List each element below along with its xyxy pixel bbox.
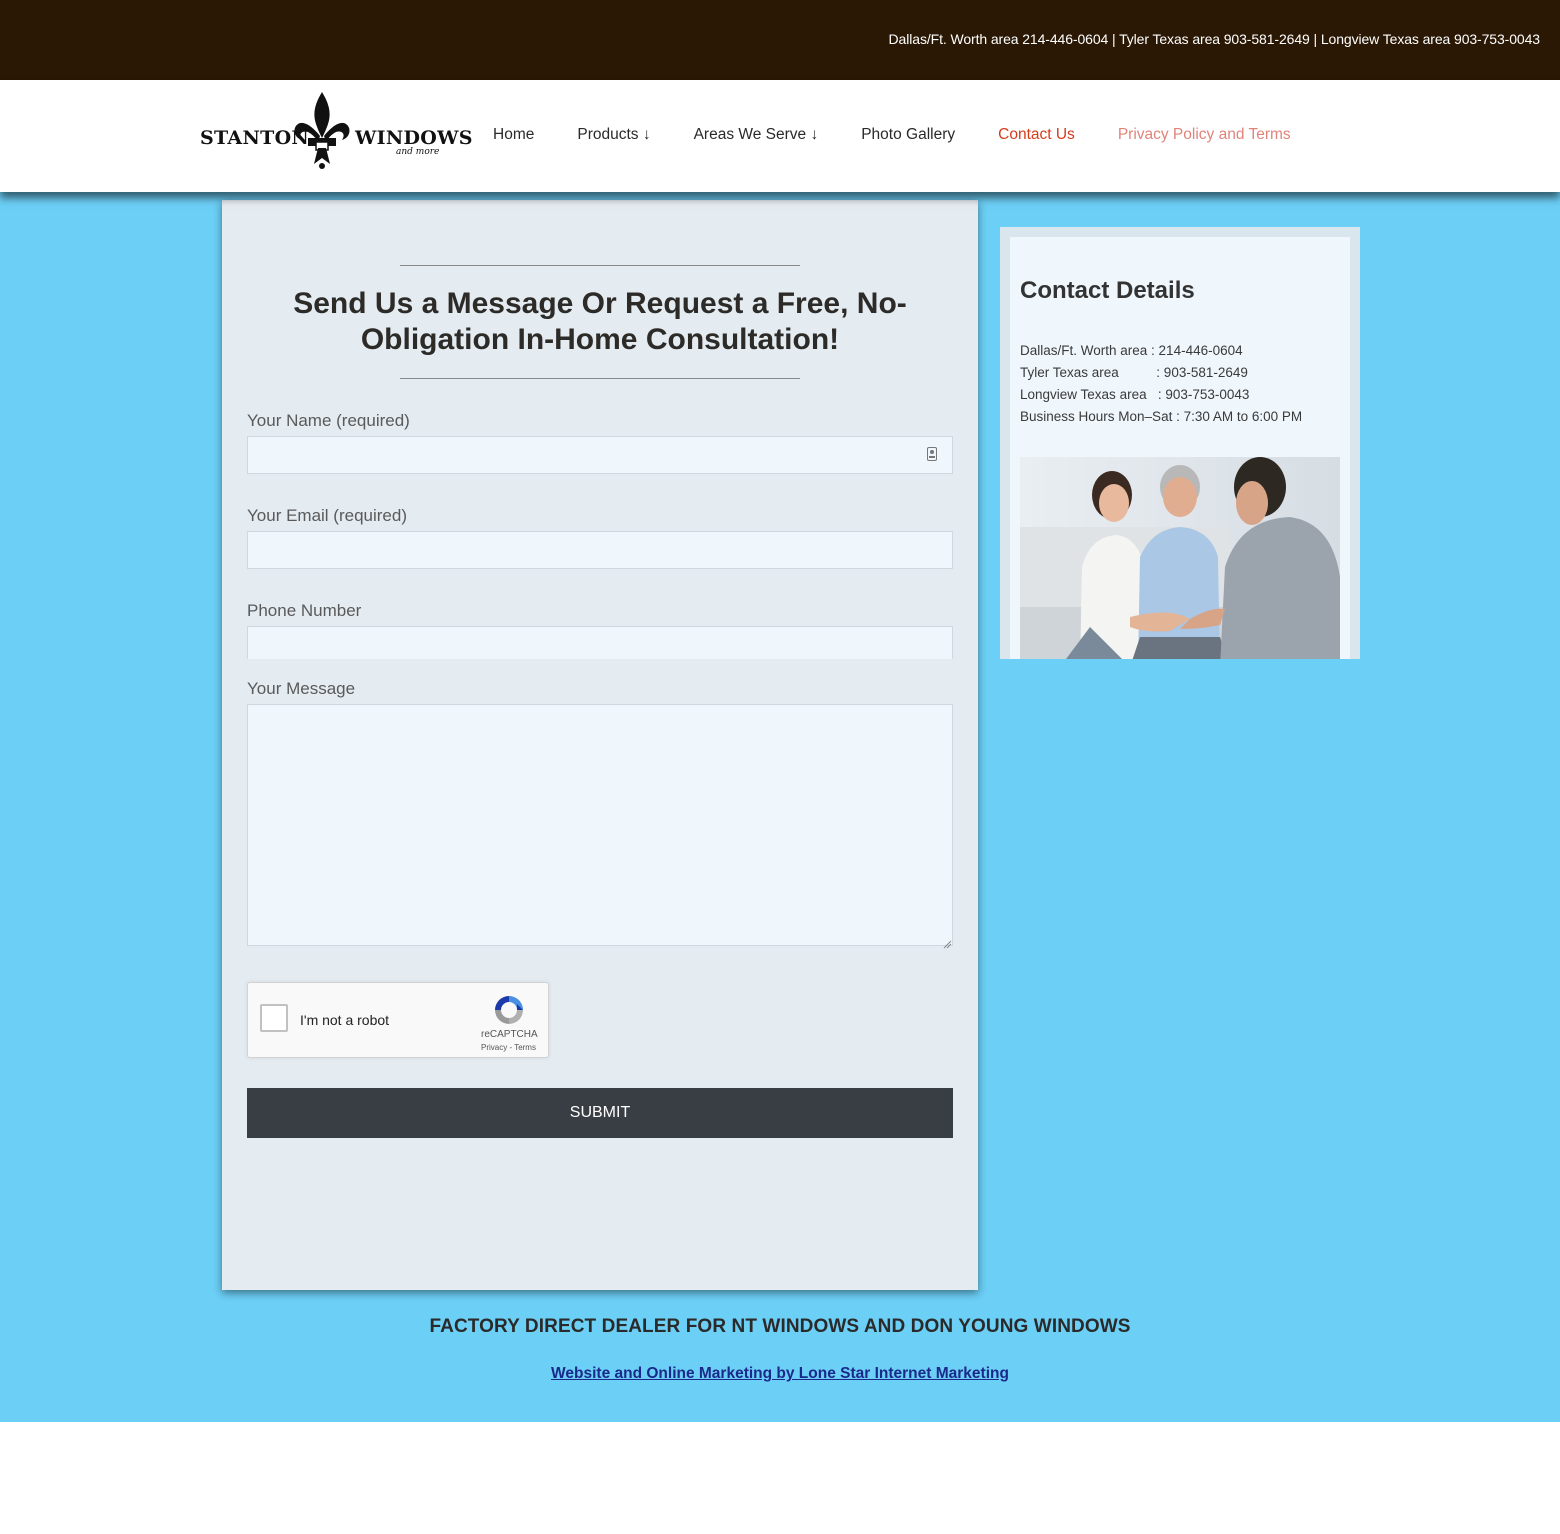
email-label: Your Email (required)	[247, 506, 407, 525]
site-header: STANTON WINDOWS and more Home Products ↓…	[0, 80, 1560, 192]
title-divider-bottom	[400, 378, 800, 379]
recaptcha-label: I'm not a robot	[300, 1012, 390, 1028]
submit-button[interactable]: SUBMIT	[247, 1088, 953, 1138]
recaptcha-checkbox[interactable]	[260, 1004, 288, 1032]
contact-details-inner: Contact Details Dallas/Ft. Worth area : …	[1010, 237, 1350, 659]
form-title: Send Us a Message Or Request a Free, No-…	[293, 287, 907, 356]
name-label: Your Name (required)	[247, 411, 410, 430]
recaptcha-logo-icon	[495, 996, 523, 1024]
nav-photo-gallery[interactable]: Photo Gallery	[861, 126, 955, 144]
top-contact-bar: Dallas/Ft. Worth area 214-446-0604 | Tyl…	[0, 0, 1560, 80]
detail-hours: Business Hours Mon–Sat : 7:30 AM to 6:00…	[1020, 409, 1303, 424]
recaptcha-widget: I'm not a robot reCAPTCHA Privacy - Term…	[247, 982, 549, 1058]
nav-contact-us[interactable]: Contact Us	[998, 126, 1075, 144]
main-nav: Home Products ↓ Areas We Serve ↓ Photo G…	[493, 126, 1334, 144]
nav-privacy-policy[interactable]: Privacy Policy and Terms	[1118, 126, 1291, 144]
dealer-statement: FACTORY DIRECT DEALER FOR NT WINDOWS AND…	[429, 1316, 1131, 1337]
top-phone-numbers: Dallas/Ft. Worth area 214-446-0604 | Tyl…	[888, 31, 1541, 47]
consultation-photo	[1020, 457, 1340, 659]
contact-form-card: Send Us a Message Or Request a Free, No-…	[222, 200, 978, 1290]
contact-details-card: Contact Details Dallas/Ft. Worth area : …	[1000, 227, 1360, 659]
detail-tyler: Tyler Texas area : 903-581-2649	[1020, 365, 1248, 380]
name-field[interactable]	[247, 436, 953, 474]
logo-tagline: and more	[396, 147, 440, 157]
credit-link[interactable]: Website and Online Marketing by Lone Sta…	[0, 1365, 1560, 1383]
logo-word-windows: WINDOWS	[355, 127, 473, 149]
fleur-de-lis-icon	[294, 92, 350, 169]
recaptcha-brand: reCAPTCHA	[481, 1029, 538, 1040]
detail-dallas: Dallas/Ft. Worth area : 214-446-0604	[1020, 343, 1243, 358]
nav-home[interactable]: Home	[493, 126, 534, 144]
recaptcha-privacy-terms[interactable]: Privacy - Terms	[481, 1043, 536, 1052]
title-divider-top	[400, 265, 800, 266]
nav-areas-we-serve[interactable]: Areas We Serve ↓	[694, 126, 819, 144]
phone-label: Phone Number	[247, 601, 362, 620]
nav-products[interactable]: Products ↓	[577, 126, 650, 144]
contact-details-title: Contact Details	[1020, 277, 1195, 304]
phone-field[interactable]	[247, 626, 953, 659]
resize-handle[interactable]	[943, 936, 952, 949]
email-field[interactable]	[247, 531, 953, 569]
site-logo[interactable]: STANTON WINDOWS and more	[198, 90, 472, 170]
detail-longview: Longview Texas area : 903-753-0043	[1020, 387, 1250, 402]
message-label: Your Message	[247, 679, 356, 698]
main-content: Send Us a Message Or Request a Free, No-…	[0, 192, 1560, 1422]
message-textarea[interactable]	[247, 704, 953, 946]
